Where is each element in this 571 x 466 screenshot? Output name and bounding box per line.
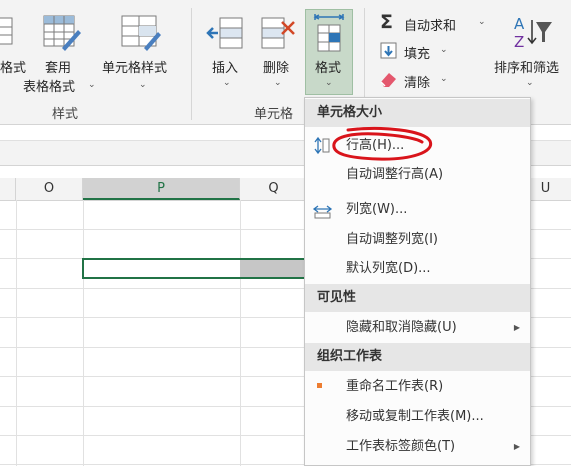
submenu-arrow-icon: ▶ xyxy=(513,442,520,451)
sort-filter-icon[interactable]: A Z xyxy=(512,12,554,52)
chevron-down-icon[interactable]: ⌄ xyxy=(478,17,486,27)
autosum-label[interactable]: 自动求和 xyxy=(404,15,456,34)
table-format-label-1[interactable]: 套用 xyxy=(45,57,71,76)
menu-item-label: 工作表标签颜色(T) xyxy=(346,439,456,454)
cells-group-label: 单元格 xyxy=(254,107,294,122)
partial-format-icon xyxy=(0,14,14,48)
delete-cells-icon[interactable] xyxy=(258,14,298,54)
fill-down-icon[interactable] xyxy=(380,42,397,59)
group-separator xyxy=(191,8,192,120)
menu-item-default-width[interactable]: 默认列宽(D)... xyxy=(305,254,530,283)
chevron-down-icon: ⌄ xyxy=(325,78,333,88)
menu-item-autofit-column-width[interactable]: 自动调整列宽(I) xyxy=(305,225,530,254)
menu-item-label: 自动调整列宽(I) xyxy=(346,232,438,247)
chevron-down-icon[interactable]: ⌄ xyxy=(139,80,147,90)
selection-border[interactable] xyxy=(82,258,308,279)
column-header-partial[interactable] xyxy=(0,178,16,200)
bullet-icon xyxy=(317,383,322,388)
insert-cells-icon[interactable] xyxy=(206,14,246,54)
menu-header-organize-sheets: 组织工作表 xyxy=(305,343,530,371)
fill-label[interactable]: 填充 xyxy=(404,43,430,62)
column-header-p[interactable]: P xyxy=(83,178,240,200)
table-format-icon[interactable] xyxy=(40,12,82,54)
chevron-down-icon[interactable]: ⌄ xyxy=(440,74,448,84)
menu-item-label: 重命名工作表(R) xyxy=(346,379,444,394)
partial-style-label[interactable]: 格式 xyxy=(0,57,26,76)
menu-item-label: 移动或复制工作表(M)... xyxy=(346,409,484,424)
menu-item-rename-sheet[interactable]: 重命名工作表(R) xyxy=(305,372,530,401)
menu-header-cell-size: 单元格大小 xyxy=(305,99,530,127)
menu-item-label: 自动调整行高(A) xyxy=(346,167,444,182)
format-button[interactable]: 格式 ⌄ xyxy=(305,9,353,95)
menu-item-label: 隐藏和取消隐藏(U) xyxy=(346,320,457,335)
menu-item-column-width[interactable]: 列宽(W)... xyxy=(305,195,530,224)
chevron-down-icon[interactable]: ⌄ xyxy=(440,45,448,55)
column-header-u[interactable]: U xyxy=(530,178,560,200)
chevron-down-icon[interactable]: ⌄ xyxy=(223,78,231,88)
delete-label[interactable]: 删除 xyxy=(263,57,289,76)
cell-styles-icon[interactable] xyxy=(120,12,162,54)
column-line xyxy=(83,200,84,466)
submenu-arrow-icon: ▶ xyxy=(513,323,520,332)
menu-header-visibility: 可见性 xyxy=(305,284,530,312)
menu-item-tab-color[interactable]: 工作表标签颜色(T) ▶ xyxy=(305,432,530,461)
svg-text:A: A xyxy=(514,15,525,33)
styles-group-label: 样式 xyxy=(52,107,79,122)
insert-label[interactable]: 插入 xyxy=(212,57,238,76)
red-annotation-circle xyxy=(326,126,436,166)
column-line xyxy=(240,200,241,466)
sigma-icon[interactable]: Σ xyxy=(380,11,393,33)
chevron-down-icon[interactable]: ⌄ xyxy=(526,78,534,88)
table-format-label-2[interactable]: 表格格式 xyxy=(23,76,75,95)
eraser-icon[interactable] xyxy=(379,70,399,88)
menu-item-label: 默认列宽(D)... xyxy=(346,261,431,276)
chevron-down-icon[interactable]: ⌄ xyxy=(88,80,96,90)
format-label: 格式 xyxy=(315,61,342,76)
menu-item-move-copy-sheet[interactable]: 移动或复制工作表(M)... xyxy=(305,402,530,431)
clear-label[interactable]: 清除 xyxy=(404,72,430,91)
cell-styles-label[interactable]: 单元格样式 xyxy=(102,57,167,76)
sort-filter-label[interactable]: 排序和筛选 xyxy=(494,57,559,76)
column-header-o[interactable]: O xyxy=(16,178,83,200)
column-header-q[interactable]: Q xyxy=(240,178,308,200)
chevron-down-icon[interactable]: ⌄ xyxy=(274,78,282,88)
menu-item-hide-unhide[interactable]: 隐藏和取消隐藏(U) ▶ xyxy=(305,313,530,342)
menu-item-label: 列宽(W)... xyxy=(346,202,408,217)
column-line xyxy=(16,200,17,466)
svg-text:Z: Z xyxy=(514,33,524,51)
format-cells-icon xyxy=(311,13,347,55)
